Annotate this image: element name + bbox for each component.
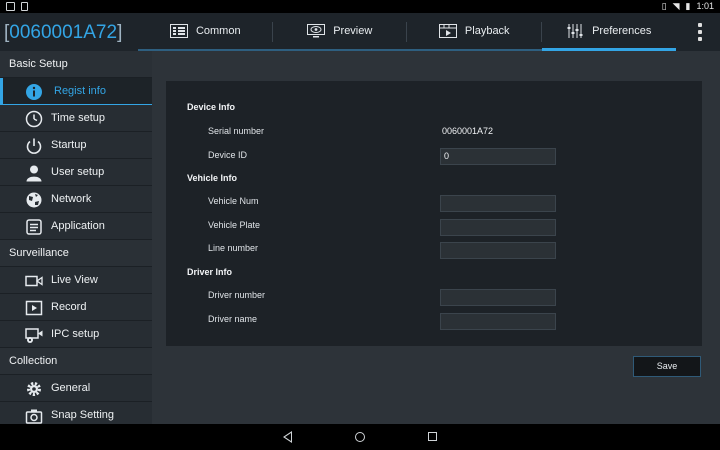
save-button[interactable]: Save bbox=[633, 356, 701, 377]
monitor-eye-icon bbox=[307, 24, 326, 38]
driver-info-heading: Driver Info bbox=[187, 267, 233, 277]
sidebar-item-ipc-setup[interactable]: IPC setup bbox=[0, 321, 152, 348]
serial-number-label: Serial number bbox=[208, 126, 265, 136]
device-info-heading: Device Info bbox=[187, 102, 236, 112]
sidebar-item-label: Live View bbox=[51, 274, 98, 286]
sidebar-item-general[interactable]: General bbox=[0, 375, 152, 402]
sidebar-item-label: Regist info bbox=[54, 85, 106, 97]
overflow-menu-icon[interactable] bbox=[698, 23, 702, 41]
sidebar-item-application[interactable]: Application bbox=[0, 213, 152, 240]
sidebar-item-label: Time setup bbox=[51, 112, 106, 124]
tab-preview-label: Preview bbox=[333, 25, 373, 37]
system-nav-bar bbox=[0, 424, 720, 450]
back-icon[interactable] bbox=[283, 431, 292, 443]
serial-number-value: 0060001A72 bbox=[442, 126, 494, 136]
main-tabs: Common Preview Playback Preferences bbox=[138, 13, 676, 51]
tab-playback[interactable]: Playback bbox=[407, 13, 542, 51]
device-id-label: Device ID bbox=[208, 150, 248, 160]
sidebar-item-live-view[interactable]: Live View bbox=[0, 267, 152, 294]
sidebar-item-label: User setup bbox=[51, 166, 105, 178]
sidebar-section-collection: Collection bbox=[0, 348, 152, 375]
sidebar-item-label: Application bbox=[51, 220, 105, 232]
sidebar-item-label: Record bbox=[51, 301, 87, 313]
tablet-notification-icon bbox=[21, 2, 28, 11]
gear-icon bbox=[27, 382, 41, 396]
film-icon bbox=[438, 24, 457, 38]
tab-preferences-label: Preferences bbox=[592, 24, 652, 37]
sidebar-item-startup[interactable]: Startup bbox=[0, 132, 152, 159]
sidebar-item-time-setup[interactable]: Time setup bbox=[0, 105, 152, 132]
globe-icon bbox=[26, 192, 42, 208]
wifi-icon: ◥ bbox=[672, 1, 680, 11]
vibrate-icon: ▯ bbox=[661, 1, 667, 11]
sidebar-section-basic-setup: Basic Setup bbox=[0, 51, 152, 78]
gallery-notification-icon bbox=[6, 2, 15, 11]
line-number-label: Line number bbox=[208, 243, 259, 253]
driver-number-field[interactable] bbox=[440, 289, 556, 306]
tab-playback-label: Playback bbox=[464, 25, 510, 37]
video-camera-icon bbox=[25, 275, 43, 287]
application-icon bbox=[26, 219, 42, 235]
sidebar-item-label: Startup bbox=[51, 139, 87, 151]
device-id-text: 0060001A72 bbox=[9, 22, 118, 43]
bracket-right: ] bbox=[117, 22, 123, 43]
status-bar: ▯ ◥ ▮ 1:01 bbox=[0, 0, 720, 13]
tab-preview[interactable]: Preview bbox=[272, 13, 407, 51]
line-number-field[interactable] bbox=[440, 242, 556, 259]
battery-icon: ▮ bbox=[685, 1, 691, 11]
driver-name-field[interactable] bbox=[440, 313, 556, 330]
vehicle-info-heading: Vehicle Info bbox=[187, 173, 238, 183]
regist-info-panel: Device Info Serial number 0060001A72 Dev… bbox=[166, 81, 702, 346]
top-header: [0060001A72] Common Preview Playback Pre… bbox=[0, 13, 720, 51]
user-icon bbox=[26, 165, 42, 182]
sidebar-item-label: Network bbox=[51, 193, 92, 205]
vehicle-plate-field[interactable] bbox=[440, 219, 556, 236]
record-icon bbox=[25, 300, 43, 316]
vehicle-num-field[interactable] bbox=[440, 195, 556, 212]
vehicle-num-label: Vehicle Num bbox=[208, 196, 259, 206]
sliders-icon bbox=[567, 23, 583, 38]
sidebar-section-surveillance: Surveillance bbox=[0, 240, 152, 267]
sidebar-item-record[interactable]: Record bbox=[0, 294, 152, 321]
camera-icon bbox=[25, 409, 43, 424]
vehicle-plate-label: Vehicle Plate bbox=[208, 220, 261, 230]
home-icon[interactable] bbox=[355, 432, 365, 442]
main-content: Device Info Serial number 0060001A72 Dev… bbox=[152, 51, 720, 424]
tab-common[interactable]: Common bbox=[138, 13, 273, 51]
recent-apps-icon[interactable] bbox=[428, 432, 437, 441]
sidebar-item-regist-info[interactable]: Regist info bbox=[0, 78, 152, 105]
sidebar-item-network[interactable]: Network bbox=[0, 186, 152, 213]
device-id-field[interactable]: 0 bbox=[440, 148, 556, 165]
clock-text: 1:01 bbox=[696, 1, 714, 11]
device-id-title: [0060001A72] bbox=[4, 21, 122, 45]
sidebar-item-label: IPC setup bbox=[51, 328, 100, 340]
ipc-camera-icon bbox=[25, 328, 43, 343]
sidebar-item-user-setup[interactable]: User setup bbox=[0, 159, 152, 186]
sidebar-item-label: Snap Setting bbox=[51, 409, 114, 421]
sidebar-item-snap-setting[interactable]: Snap Setting bbox=[0, 402, 152, 424]
sidebar: Basic Setup Regist info Time setup Start… bbox=[0, 51, 152, 424]
driver-name-label: Driver name bbox=[208, 314, 258, 324]
grid-icon bbox=[169, 24, 188, 38]
power-icon bbox=[26, 138, 42, 154]
driver-number-label: Driver number bbox=[208, 290, 266, 300]
clock-icon bbox=[25, 110, 43, 128]
sidebar-item-label: General bbox=[51, 382, 91, 394]
tab-preferences[interactable]: Preferences bbox=[541, 13, 676, 51]
info-icon bbox=[26, 84, 42, 100]
tab-common-label: Common bbox=[195, 25, 241, 37]
